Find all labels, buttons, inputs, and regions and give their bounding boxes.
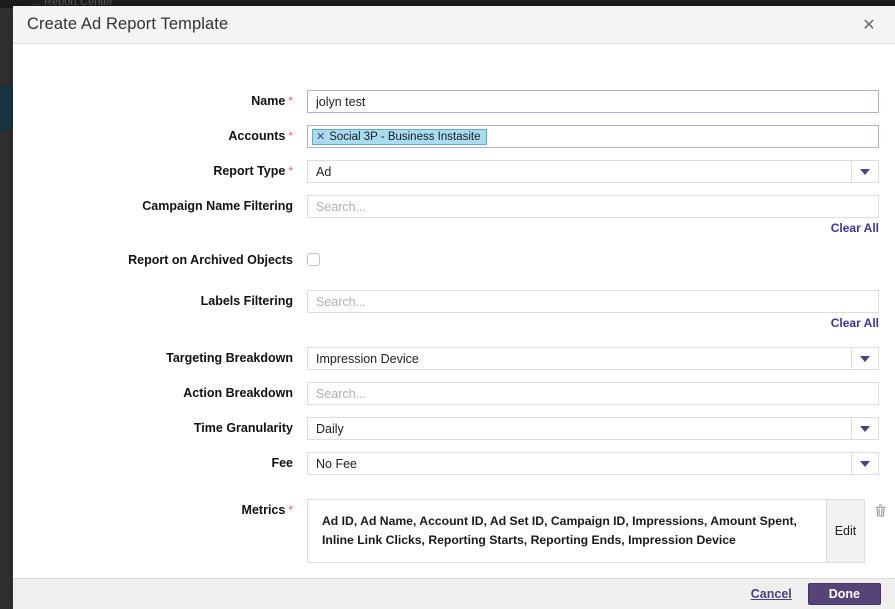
label-campaign-name-filtering: Campaign Name Filtering: [142, 199, 293, 213]
label-targeting-breakdown: Targeting Breakdown: [166, 351, 293, 365]
targeting-breakdown-value[interactable]: Impression Device: [307, 347, 851, 370]
field-report-type: Ad: [307, 160, 895, 183]
report-type-select[interactable]: Ad: [307, 160, 879, 183]
fee-dropdown-button[interactable]: [851, 452, 879, 475]
field-name: [307, 90, 895, 113]
form-row-targeting-breakdown: Targeting Breakdown Impression Device: [13, 347, 895, 370]
dialog-title: Create Ad Report Template: [27, 15, 229, 33]
metrics-value: Ad ID, Ad Name, Account ID, Ad Set ID, C…: [307, 499, 827, 563]
form-row-action-breakdown: Action Breakdown: [13, 382, 895, 405]
chevron-down-icon: [860, 168, 870, 175]
metrics-control: Ad ID, Ad Name, Account ID, Ad Set ID, C…: [307, 499, 895, 563]
dialog-footer: Cancel Done: [13, 578, 895, 609]
labels-clear-all-link[interactable]: Clear All: [831, 316, 879, 330]
background-sidebar-active-item: [0, 86, 13, 130]
campaign-clear-all-row: Clear All: [13, 221, 895, 235]
field-labels-filtering: [307, 290, 895, 313]
background-sidebar: [0, 8, 13, 609]
label-action-breakdown: Action Breakdown: [183, 386, 293, 400]
form-row-accounts: Accounts * ✕ Social 3P - Business Instasi…: [13, 125, 895, 148]
field-targeting-breakdown: Impression Device: [307, 347, 895, 370]
label-labels-filtering: Labels Filtering: [200, 294, 293, 308]
field-action-breakdown: [307, 382, 895, 405]
campaign-name-filtering-input[interactable]: [307, 195, 879, 218]
chevron-down-icon: [860, 425, 870, 432]
done-button[interactable]: Done: [807, 583, 881, 605]
time-granularity-dropdown-button[interactable]: [851, 417, 879, 440]
label-accounts-text: Accounts: [228, 129, 286, 143]
field-time-granularity: Daily: [307, 417, 895, 440]
campaign-clear-all-link[interactable]: Clear All: [831, 221, 879, 235]
required-marker: *: [288, 129, 293, 143]
fee-select[interactable]: No Fee: [307, 452, 879, 475]
chip-remove-icon[interactable]: ✕: [316, 131, 325, 142]
accounts-token-input[interactable]: ✕ Social 3P - Business Instasite: [307, 125, 879, 148]
label-report-archived: Report on Archived Objects: [128, 253, 293, 267]
time-granularity-value[interactable]: Daily: [307, 417, 851, 440]
field-report-archived: [307, 249, 895, 271]
form-row-report-type: Report Type * Ad: [13, 160, 895, 183]
report-type-dropdown-button[interactable]: [851, 160, 879, 183]
trash-icon[interactable]: [865, 499, 895, 518]
field-accounts: ✕ Social 3P - Business Instasite: [307, 125, 895, 148]
form-row-fee: Fee No Fee: [13, 452, 895, 475]
field-metrics: Ad ID, Ad Name, Account ID, Ad Set ID, C…: [307, 499, 895, 563]
form-row-name: Name *: [13, 90, 895, 113]
cancel-button[interactable]: Cancel: [751, 587, 792, 601]
required-marker: *: [288, 94, 293, 108]
name-input[interactable]: [307, 90, 879, 113]
action-breakdown-input[interactable]: [307, 382, 879, 405]
targeting-breakdown-select[interactable]: Impression Device: [307, 347, 879, 370]
account-chip[interactable]: ✕ Social 3P - Business Instasite: [312, 128, 487, 145]
labels-filtering-input[interactable]: [307, 290, 879, 313]
label-report-type-text: Report Type: [213, 164, 286, 178]
label-name-text: Name: [251, 94, 286, 108]
label-time-granularity: Time Granularity: [193, 421, 293, 435]
label-accounts: Accounts *: [13, 125, 307, 147]
form-row-campaign-name-filtering: Campaign Name Filtering: [13, 195, 895, 218]
required-marker: *: [288, 164, 293, 178]
form-row-metrics: Metrics * Ad ID, Ad Name, Account ID, Ad …: [13, 499, 895, 563]
label-name: Name *: [13, 90, 307, 112]
required-marker: *: [288, 503, 293, 517]
chip-label: Social 3P - Business Instasite: [329, 130, 481, 143]
label-metrics: Metrics *: [13, 499, 307, 521]
report-type-value[interactable]: Ad: [307, 160, 851, 183]
label-report-type: Report Type *: [13, 160, 307, 182]
targeting-breakdown-dropdown-button[interactable]: [851, 347, 879, 370]
form-row-report-archived: Report on Archived Objects: [13, 249, 895, 271]
field-fee: No Fee: [307, 452, 895, 475]
chevron-down-icon: [860, 355, 870, 362]
dialog-body: Name* Accounts* ✕ Social 3P - Business I…: [13, 44, 895, 578]
metrics-edit-button[interactable]: Edit: [827, 499, 865, 563]
label-metrics-text: Metrics: [241, 503, 286, 517]
fee-value[interactable]: No Fee: [307, 452, 851, 475]
close-icon[interactable]: ✕: [857, 13, 881, 37]
form-row-labels-filtering: Labels Filtering: [13, 290, 895, 313]
create-ad-report-template-dialog: Create Ad Report Template ✕ Name* Accoun…: [13, 6, 895, 609]
report-archived-checkbox[interactable]: [307, 253, 320, 266]
time-granularity-select[interactable]: Daily: [307, 417, 879, 440]
dialog-header: Create Ad Report Template ✕: [13, 6, 895, 44]
chevron-down-icon: [860, 460, 870, 467]
labels-clear-all-row: Clear All: [13, 316, 895, 330]
label-fee: Fee: [271, 456, 293, 470]
form-row-time-granularity: Time Granularity Daily: [13, 417, 895, 440]
field-campaign-name-filtering: [307, 195, 895, 218]
